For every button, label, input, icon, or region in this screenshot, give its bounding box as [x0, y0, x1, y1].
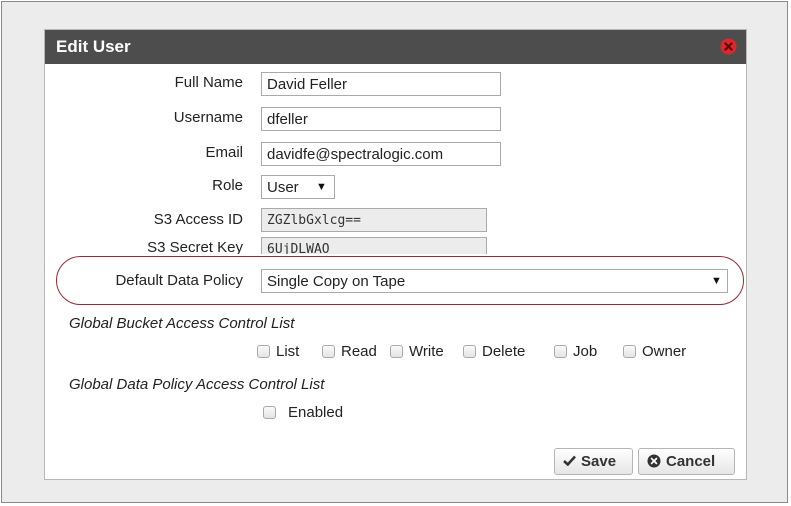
read-checkbox[interactable] — [322, 345, 335, 358]
username-label: Username — [173, 109, 243, 126]
default-data-policy-label: Default Data Policy — [115, 272, 243, 289]
delete-checkbox[interactable] — [463, 345, 476, 358]
job-checkbox-label: Job — [573, 343, 598, 360]
cancel-button-label: Cancel — [666, 453, 716, 470]
bucket-acl-title: Global Bucket Access Control List — [69, 315, 295, 332]
delete-checkbox-label: Delete — [482, 343, 526, 360]
chevron-down-icon: ▼ — [316, 181, 327, 193]
owner-checkbox[interactable] — [623, 345, 636, 358]
list-checkbox-label: List — [276, 343, 300, 360]
cancel-button[interactable]: Cancel — [638, 448, 735, 475]
role-label: Role — [212, 177, 243, 194]
default-data-policy-select[interactable]: Single Copy on Tape ▼ — [261, 269, 728, 293]
edit-user-dialog: Edit User Full Name David Feller Usernam… — [44, 29, 747, 480]
policy-acl-title: Global Data Policy Access Control List — [69, 376, 325, 393]
s3-secret-key-row: S3 Secret Key 6UjDLWAO — [45, 232, 746, 254]
list-checkbox[interactable] — [257, 345, 270, 358]
role-select[interactable]: User ▼ — [261, 175, 335, 199]
chevron-down-icon: ▼ — [711, 275, 722, 287]
email-input[interactable]: davidfe@spectralogic.com — [261, 142, 501, 166]
email-label: Email — [205, 144, 243, 161]
cancel-circle-icon — [647, 453, 661, 470]
username-input[interactable]: dfeller — [261, 107, 501, 131]
full-name-label: Full Name — [174, 74, 243, 91]
write-checkbox[interactable] — [390, 345, 403, 358]
s3-secret-key-label: S3 Secret Key — [147, 239, 243, 254]
s3-secret-key-field: 6UjDLWAO — [261, 237, 487, 254]
s3-access-id-label: S3 Access ID — [153, 211, 243, 228]
close-icon[interactable] — [720, 38, 737, 55]
role-select-value: User — [267, 179, 299, 196]
write-checkbox-label: Write — [409, 343, 444, 360]
enabled-checkbox-label: Enabled — [288, 404, 344, 421]
default-data-policy-value: Single Copy on Tape — [267, 273, 406, 290]
save-button[interactable]: Save — [554, 448, 633, 475]
owner-checkbox-label: Owner — [642, 343, 687, 360]
dialog-title: Edit User — [56, 37, 131, 56]
read-checkbox-label: Read — [341, 343, 377, 360]
screenshot-frame: Edit User Full Name David Feller Usernam… — [1, 1, 788, 503]
save-button-label: Save — [581, 453, 617, 470]
check-icon — [563, 453, 576, 470]
enabled-checkbox[interactable] — [263, 406, 276, 419]
full-name-input[interactable]: David Feller — [261, 72, 501, 96]
s3-access-id-field: ZGZlbGxlcg== — [261, 208, 487, 232]
job-checkbox[interactable] — [554, 345, 567, 358]
dialog-titlebar: Edit User — [45, 30, 746, 64]
